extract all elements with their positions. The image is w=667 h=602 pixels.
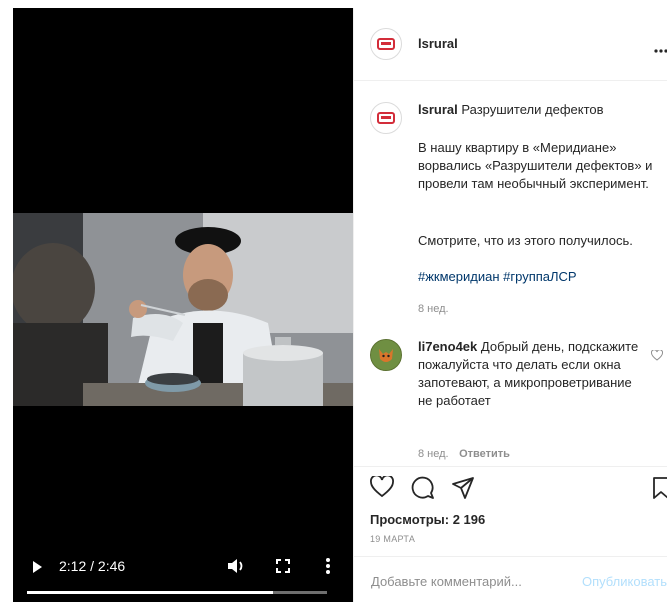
divider	[354, 556, 667, 557]
divider	[354, 466, 667, 467]
lsr-logo-icon	[377, 38, 395, 50]
video-time: 2:12 / 2:46	[59, 558, 126, 574]
caption-hashtags[interactable]: #жкмеридиан #группаЛСР	[418, 268, 664, 286]
fullscreen-icon[interactable]	[275, 558, 291, 579]
comment-username[interactable]: li7eno4ek	[418, 339, 477, 354]
author-username[interactable]: lsrural	[418, 36, 458, 51]
caption-heading: lsrural Разрушители дефектов	[418, 101, 658, 119]
caption-username[interactable]: lsrural	[418, 102, 458, 117]
more-icon[interactable]	[654, 40, 667, 58]
publish-button[interactable]: Опубликовать	[582, 574, 667, 589]
video-progress-fill	[27, 591, 273, 594]
video-frame[interactable]	[13, 213, 353, 406]
caption-title: Разрушители дефектов	[461, 102, 604, 117]
comment-time[interactable]: 8 нед.	[418, 448, 449, 460]
video-controls: 2:12 / 2:46	[13, 553, 353, 602]
volume-icon[interactable]	[226, 557, 246, 580]
comment-like-icon[interactable]	[650, 348, 664, 366]
share-icon[interactable]	[451, 476, 475, 505]
like-icon[interactable]	[370, 474, 394, 503]
caption-time[interactable]: 8 нед.	[418, 303, 449, 315]
comment-body: li7eno4ek Добрый день, подскажите пожалу…	[418, 338, 642, 410]
video-still-image	[13, 213, 353, 406]
video-player[interactable]: 2:12 / 2:46	[13, 8, 353, 602]
caption-avatar[interactable]	[370, 102, 402, 134]
post-date[interactable]: 19 МАРТА	[370, 534, 415, 544]
commenter-avatar[interactable]	[370, 339, 402, 371]
caption-paragraph-2: Смотрите, что из этого получилось.	[418, 233, 633, 248]
play-icon[interactable]	[33, 561, 42, 573]
caption-paragraph-1: В нашу квартиру в «Меридиане» ворвались …	[418, 140, 653, 191]
author-avatar[interactable]	[370, 28, 402, 60]
video-progress-bar[interactable]	[27, 591, 327, 594]
fox-icon	[371, 340, 401, 370]
reply-button[interactable]: Ответить	[459, 448, 510, 460]
post-modal: 2:12 / 2:46 lsrural lsrural Разрушители …	[0, 0, 667, 602]
view-count[interactable]: Просмотры: 2 196	[370, 512, 485, 527]
save-icon[interactable]	[652, 476, 667, 505]
post-side-panel: lsrural lsrural Разрушители дефектов В н…	[353, 8, 667, 602]
comment-input[interactable]: Добавьте комментарий...	[371, 574, 522, 589]
comment-meta: 8 нед. Ответить	[418, 444, 510, 462]
lsr-logo-icon	[377, 112, 395, 124]
post-header: lsrural	[354, 8, 667, 81]
more-options-icon[interactable]	[325, 557, 331, 580]
comment-icon[interactable]	[411, 476, 435, 505]
